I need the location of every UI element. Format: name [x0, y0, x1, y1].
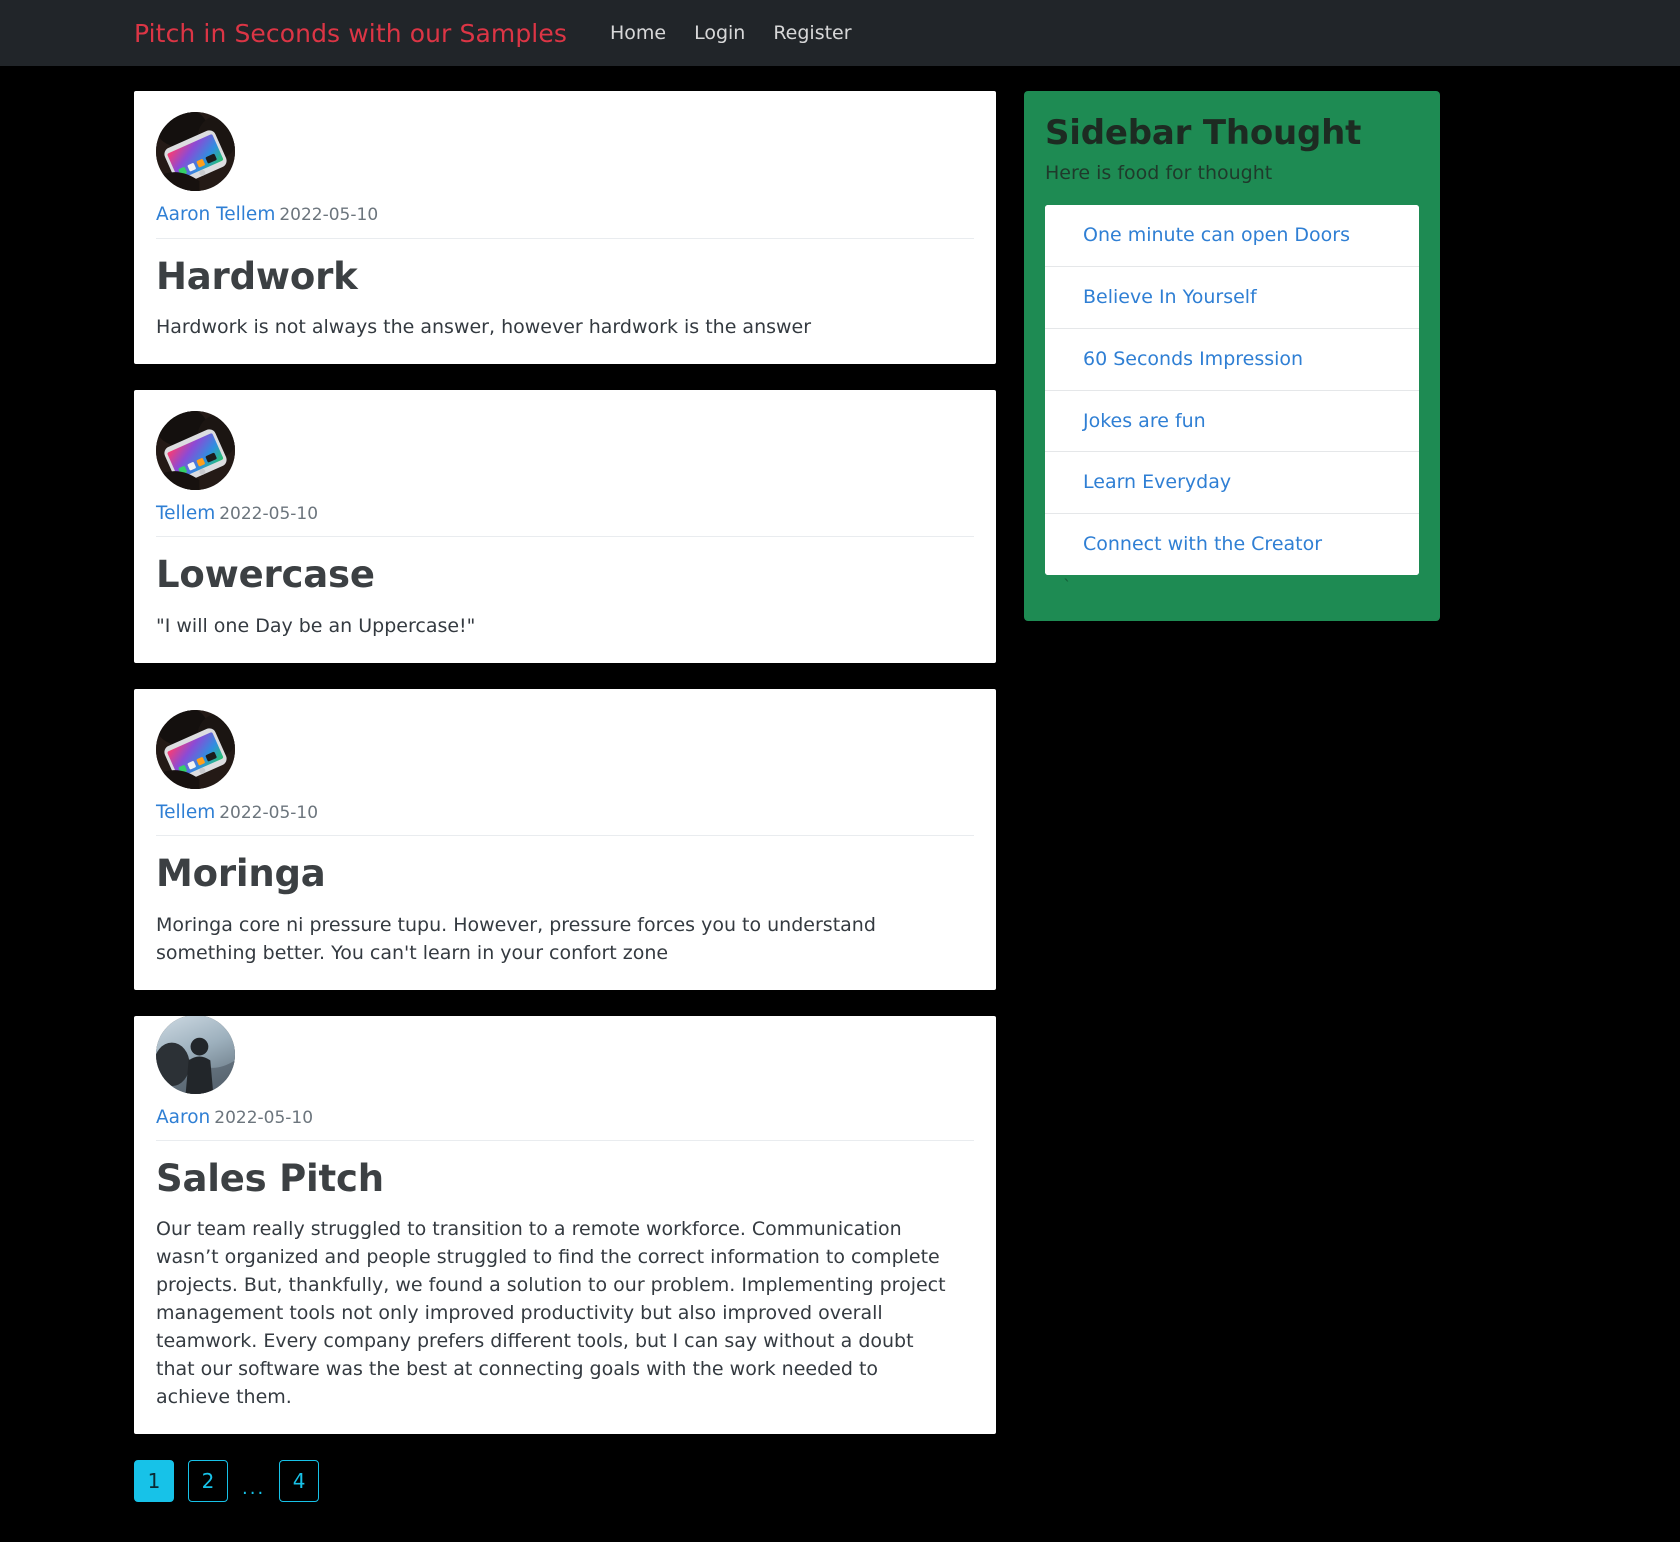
- avatar: [156, 709, 235, 789]
- nav-links: Home Login Register: [596, 22, 866, 44]
- post-card[interactable]: Aaron Tellem 2022-05-10 Hardwork Hardwork…: [134, 91, 996, 364]
- post-card[interactable]: Tellem 2022-05-10 Moringa Moringa core ni…: [134, 688, 996, 990]
- post-title: Sales Pitch: [156, 1157, 384, 1200]
- post-list: Aaron Tellem 2022-05-10 Hardwork Hardwork…: [134, 91, 996, 1542]
- sidebar-thought-panel: Sidebar Thought Here is food for thought…: [1024, 91, 1440, 621]
- avatar: [156, 1015, 235, 1094]
- nav-link-register[interactable]: Register: [759, 22, 865, 44]
- post-author-link[interactable]: Aaron Tellem: [156, 204, 275, 225]
- page-container: Aaron Tellem 2022-05-10 Hardwork Hardwork…: [0, 66, 1680, 1542]
- post-meta: Aaron 2022-05-10: [156, 1106, 974, 1141]
- post-date: 2022-05-10: [214, 1107, 314, 1128]
- avatar: [156, 410, 235, 490]
- post-body: Hardwork is not always the answer, howev…: [156, 315, 812, 338]
- post-body: Moringa core ni pressure tupu. However, …: [156, 913, 876, 964]
- sidebar-list: One minute can open Doors Believe In You…: [1045, 205, 1419, 575]
- post-body: "I will one Day be an Uppercase!": [156, 614, 476, 637]
- post-meta: Tellem 2022-05-10: [156, 801, 974, 837]
- pagination-page-4[interactable]: 4: [279, 1459, 320, 1502]
- post-title: Hardwork: [156, 254, 358, 298]
- brand-link[interactable]: Pitch in Seconds with our Samples: [134, 21, 567, 46]
- sidebar-item-learn-everyday[interactable]: Learn Everyday: [1045, 452, 1419, 515]
- post-author-link[interactable]: Tellem: [156, 802, 215, 823]
- pagination: 1 2 ... 4: [134, 1459, 996, 1542]
- pagination-page-1[interactable]: 1: [134, 1459, 174, 1502]
- nav-link-login[interactable]: Login: [680, 22, 759, 44]
- nav-link-home[interactable]: Home: [596, 22, 680, 44]
- post-meta: Aaron Tellem 2022-05-10: [156, 203, 974, 239]
- post-card[interactable]: Aaron 2022-05-10 Sales Pitch Our team rea…: [134, 1015, 996, 1434]
- post-body: Our team really struggled to transition …: [156, 1218, 946, 1408]
- sidebar-item-believe-in-yourself[interactable]: Believe In Yourself: [1045, 266, 1419, 329]
- sidebar-subtitle: Here is food for thought: [1045, 162, 1273, 185]
- sidebar-item-60-seconds-impression[interactable]: 60 Seconds Impression: [1045, 328, 1419, 391]
- sidebar-title: Sidebar Thought: [1045, 113, 1362, 153]
- post-title: Lowercase: [156, 553, 375, 597]
- sidebar-item-jokes-are-fun[interactable]: Jokes are fun: [1045, 390, 1419, 453]
- post-date: 2022-05-10: [219, 802, 319, 823]
- sidebar-item-connect-with-the-creator[interactable]: Connect with the Creator: [1045, 514, 1419, 575]
- avatar: [156, 112, 235, 191]
- post-date: 2022-05-10: [219, 503, 319, 524]
- post-author-link[interactable]: Aaron: [156, 1107, 210, 1128]
- pagination-page-2[interactable]: 2: [188, 1459, 228, 1502]
- pagination-ellipsis: ...: [242, 1477, 266, 1499]
- sidebar-item-one-minute-can-open-doors[interactable]: One minute can open Doors: [1045, 205, 1419, 267]
- sidebar-trailing-text: `: [1063, 576, 1072, 597]
- post-meta: Tellem 2022-05-10: [156, 502, 974, 538]
- navbar: Pitch in Seconds with our Samples Home L…: [0, 0, 1680, 66]
- post-card[interactable]: Tellem 2022-05-10 Lowercase "I will one D…: [134, 389, 996, 663]
- sidebar-column: Sidebar Thought Here is food for thought…: [1024, 91, 1440, 621]
- post-author-link[interactable]: Tellem: [156, 503, 215, 524]
- post-title: Moringa: [156, 852, 326, 896]
- post-date: 2022-05-10: [279, 205, 379, 225]
